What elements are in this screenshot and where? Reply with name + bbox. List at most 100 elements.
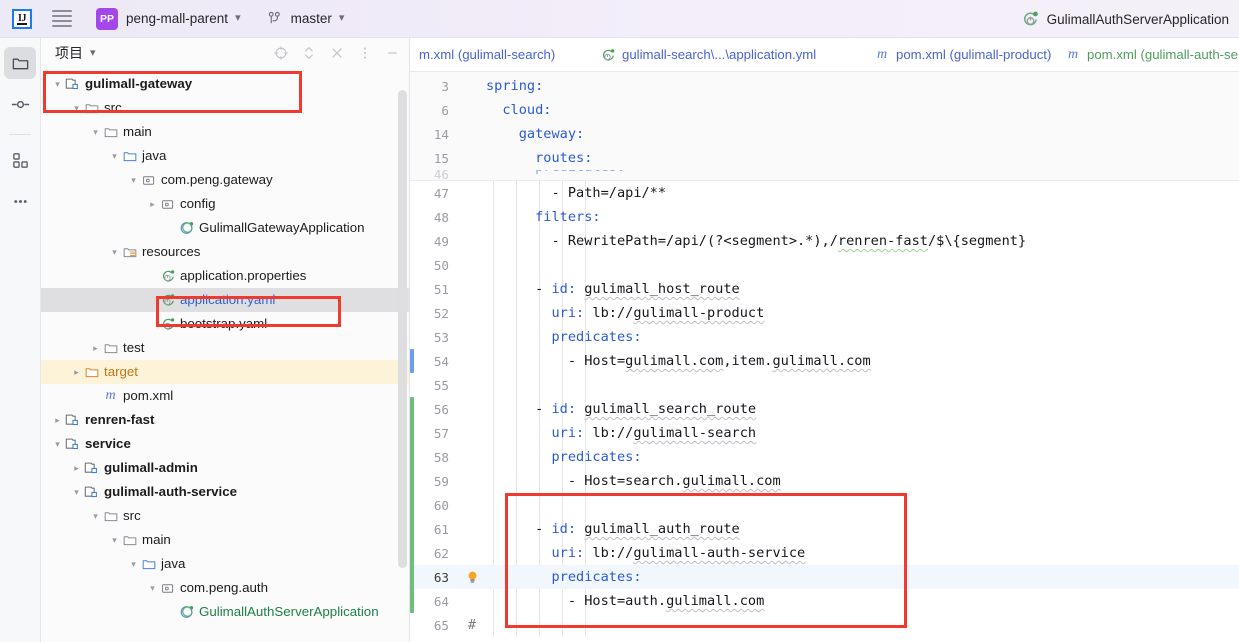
code-line-56[interactable]: 56 - id: gulimall_search_route <box>410 397 1239 421</box>
code-line-50[interactable]: 50 <box>410 253 1239 277</box>
editor-tab-3[interactable]: m pom.xml (gulimall-auth-se <box>1056 38 1239 71</box>
vcs-change-marker-green[interactable] <box>410 397 414 613</box>
editor-tab-1[interactable]: gulimall-search\...\application.yml <box>591 38 825 71</box>
hide-panel-button[interactable] <box>384 45 401 62</box>
collapse-all-button[interactable] <box>328 45 345 62</box>
tree-item-pom-xml[interactable]: m pom.xml <box>41 384 409 408</box>
tree-item-main[interactable]: ▾ main <box>41 528 409 552</box>
editor-tab-0[interactable]: m.xml (gulimall-search) <box>410 38 564 71</box>
chevron-down-icon[interactable]: ▾ <box>108 246 121 259</box>
tree-item-target[interactable]: ▸ target <box>41 360 409 384</box>
intellij-idea-logo[interactable]: IJ <box>12 8 32 29</box>
chevron-right-icon[interactable]: ▸ <box>146 198 159 211</box>
branch-selector[interactable]: master ▾ <box>267 11 344 26</box>
editor-code-area[interactable]: 47 - Path=/api/** 48 filters: 49 - Rewrite… <box>410 181 1239 637</box>
code-line-47[interactable]: 47 - Path=/api/** <box>410 181 1239 205</box>
code-line-65[interactable]: 65 # <box>410 613 1239 637</box>
code-line-51[interactable]: 51 - id: gulimall_host_route <box>410 277 1239 301</box>
tree-item-application-yaml[interactable]: application.yaml <box>41 288 409 312</box>
tree-item-test[interactable]: ▸ test <box>41 336 409 360</box>
folder-icon <box>83 100 100 116</box>
chevron-right-icon[interactable]: ▸ <box>70 366 83 379</box>
chevron-right-icon[interactable]: ▸ <box>89 342 102 355</box>
tree-item-label: renren-fast <box>85 412 155 427</box>
chevron-down-icon[interactable]: ▾ <box>51 78 64 91</box>
tree-item-bootstrap-yaml[interactable]: bootstrap.yaml <box>41 312 409 336</box>
module-icon <box>83 484 100 500</box>
structure-tool-window-button[interactable] <box>4 144 36 176</box>
select-opened-file-button[interactable] <box>272 45 289 62</box>
code-line-60[interactable]: 60 <box>410 493 1239 517</box>
tree-item-service[interactable]: ▾ service <box>41 432 409 456</box>
chevron-down-icon[interactable]: ▾ <box>127 174 140 187</box>
tree-item-config[interactable]: ▸ config <box>41 192 409 216</box>
tree-item-src[interactable]: ▾ src <box>41 504 409 528</box>
code-line-61[interactable]: 61 - id: gulimall_auth_route <box>410 517 1239 541</box>
chevron-down-icon[interactable]: ▾ <box>89 126 102 139</box>
project-panel-options-button[interactable] <box>356 45 373 62</box>
vcs-change-marker-blue[interactable] <box>410 349 414 373</box>
sticky-clipped-line: 46 predicates: <box>410 170 1239 180</box>
editor-tab-bar[interactable]: m.xml (gulimall-search) gulimall-search\.… <box>410 38 1239 72</box>
folder-icon <box>104 343 117 353</box>
code-line-53[interactable]: 53 predicates: <box>410 325 1239 349</box>
project-tree[interactable]: ▾ gulimall-gateway ▾ src ▾ main ▾ java ▾ com.peng… <box>41 68 409 624</box>
chevron-down-icon[interactable]: ▾ <box>90 47 96 59</box>
folder-icon <box>12 58 28 69</box>
tree-item-resources[interactable]: ▾ resources <box>41 240 409 264</box>
project-name-label[interactable]: peng-mall-parent <box>126 11 228 26</box>
commit-tool-window-button[interactable] <box>4 88 36 120</box>
tree-item-main[interactable]: ▾ main <box>41 120 409 144</box>
tree-item-gulimall-admin[interactable]: ▸ gulimall-admin <box>41 456 409 480</box>
tree-item-gulimall-auth-service[interactable]: ▾ gulimall-auth-service <box>41 480 409 504</box>
chevron-down-icon[interactable]: ▾ <box>146 582 159 595</box>
code-line-64[interactable]: 64 - Host=auth.gulimall.com <box>410 589 1239 613</box>
spring-yaml-icon <box>162 270 174 282</box>
maven-icon: m <box>874 47 890 63</box>
code-line-59[interactable]: 59 - Host=search.gulimall.com <box>410 469 1239 493</box>
spring-boot-run-icon <box>1023 11 1038 25</box>
chevron-down-icon[interactable]: ▾ <box>70 102 83 115</box>
more-tool-windows-button[interactable] <box>4 185 36 217</box>
chevron-down-icon[interactable]: ▾ <box>89 510 102 523</box>
project-tool-window-button[interactable] <box>4 47 36 79</box>
tree-item-gulimallauthserverapplication[interactable]: GulimallAuthServerApplication <box>41 600 409 624</box>
more-vertical-icon <box>363 47 366 59</box>
chevron-down-icon[interactable]: ▾ <box>235 13 241 24</box>
code-line-57[interactable]: 57 uri: lb://gulimall-search <box>410 421 1239 445</box>
tree-item-src[interactable]: ▾ src <box>41 96 409 120</box>
tree-item-application-properties[interactable]: application.properties <box>41 264 409 288</box>
tree-item-gulimallgatewayapplication[interactable]: GulimallGatewayApplication <box>41 216 409 240</box>
tree-item-com-peng-gateway[interactable]: ▾ com.peng.gateway <box>41 168 409 192</box>
chevron-down-icon[interactable]: ▾ <box>127 558 140 571</box>
run-configuration-selector[interactable]: GulimallAuthServerApplication <box>1021 0 1229 38</box>
chevron-down-icon[interactable]: ▾ <box>108 150 121 163</box>
blocks-icon <box>12 152 28 168</box>
chevron-right-icon[interactable]: ▸ <box>70 462 83 475</box>
chevron-down-icon[interactable]: ▾ <box>70 486 83 499</box>
code-line-52[interactable]: 52 uri: lb://gulimall-product <box>410 301 1239 325</box>
tree-item-renren-fast[interactable]: ▸ renren-fast <box>41 408 409 432</box>
tree-item-label: GulimallGatewayApplication <box>199 220 365 235</box>
chevron-down-icon[interactable]: ▾ <box>51 438 64 451</box>
code-line-63[interactable]: 63 predicates: <box>410 565 1239 589</box>
code-line-62[interactable]: 62 uri: lb://gulimall-auth-service <box>410 541 1239 565</box>
tree-item-java[interactable]: ▾ java <box>41 144 409 168</box>
expand-collapse-button[interactable] <box>300 45 317 62</box>
editor-tab-2[interactable]: m pom.xml (gulimall-product) <box>865 38 1060 71</box>
chevron-down-icon[interactable]: ▾ <box>108 534 121 547</box>
code-line-54[interactable]: 54 - Host=gulimall.com,item.gulimall.com <box>410 349 1239 373</box>
project-panel-scrollbar[interactable] <box>398 90 407 568</box>
tree-item-java[interactable]: ▾ java <box>41 552 409 576</box>
editor-area: m.xml (gulimall-search) gulimall-search\.… <box>410 38 1239 642</box>
code-line-55[interactable]: 55 <box>410 373 1239 397</box>
tree-item-gulimall-gateway[interactable]: ▾ gulimall-gateway <box>41 72 409 96</box>
lightbulb-intention-icon[interactable] <box>466 570 479 585</box>
code-line-58[interactable]: 58 predicates: <box>410 445 1239 469</box>
tree-item-com-peng-auth[interactable]: ▾ com.peng.auth <box>41 576 409 600</box>
code-line-49[interactable]: 49 - RewritePath=/api/(?<segment>.*),/re… <box>410 229 1239 253</box>
branch-name-label: master <box>290 11 332 26</box>
code-line-48[interactable]: 48 filters: <box>410 205 1239 229</box>
hamburger-menu-icon[interactable] <box>50 7 74 31</box>
chevron-right-icon[interactable]: ▸ <box>51 414 64 427</box>
